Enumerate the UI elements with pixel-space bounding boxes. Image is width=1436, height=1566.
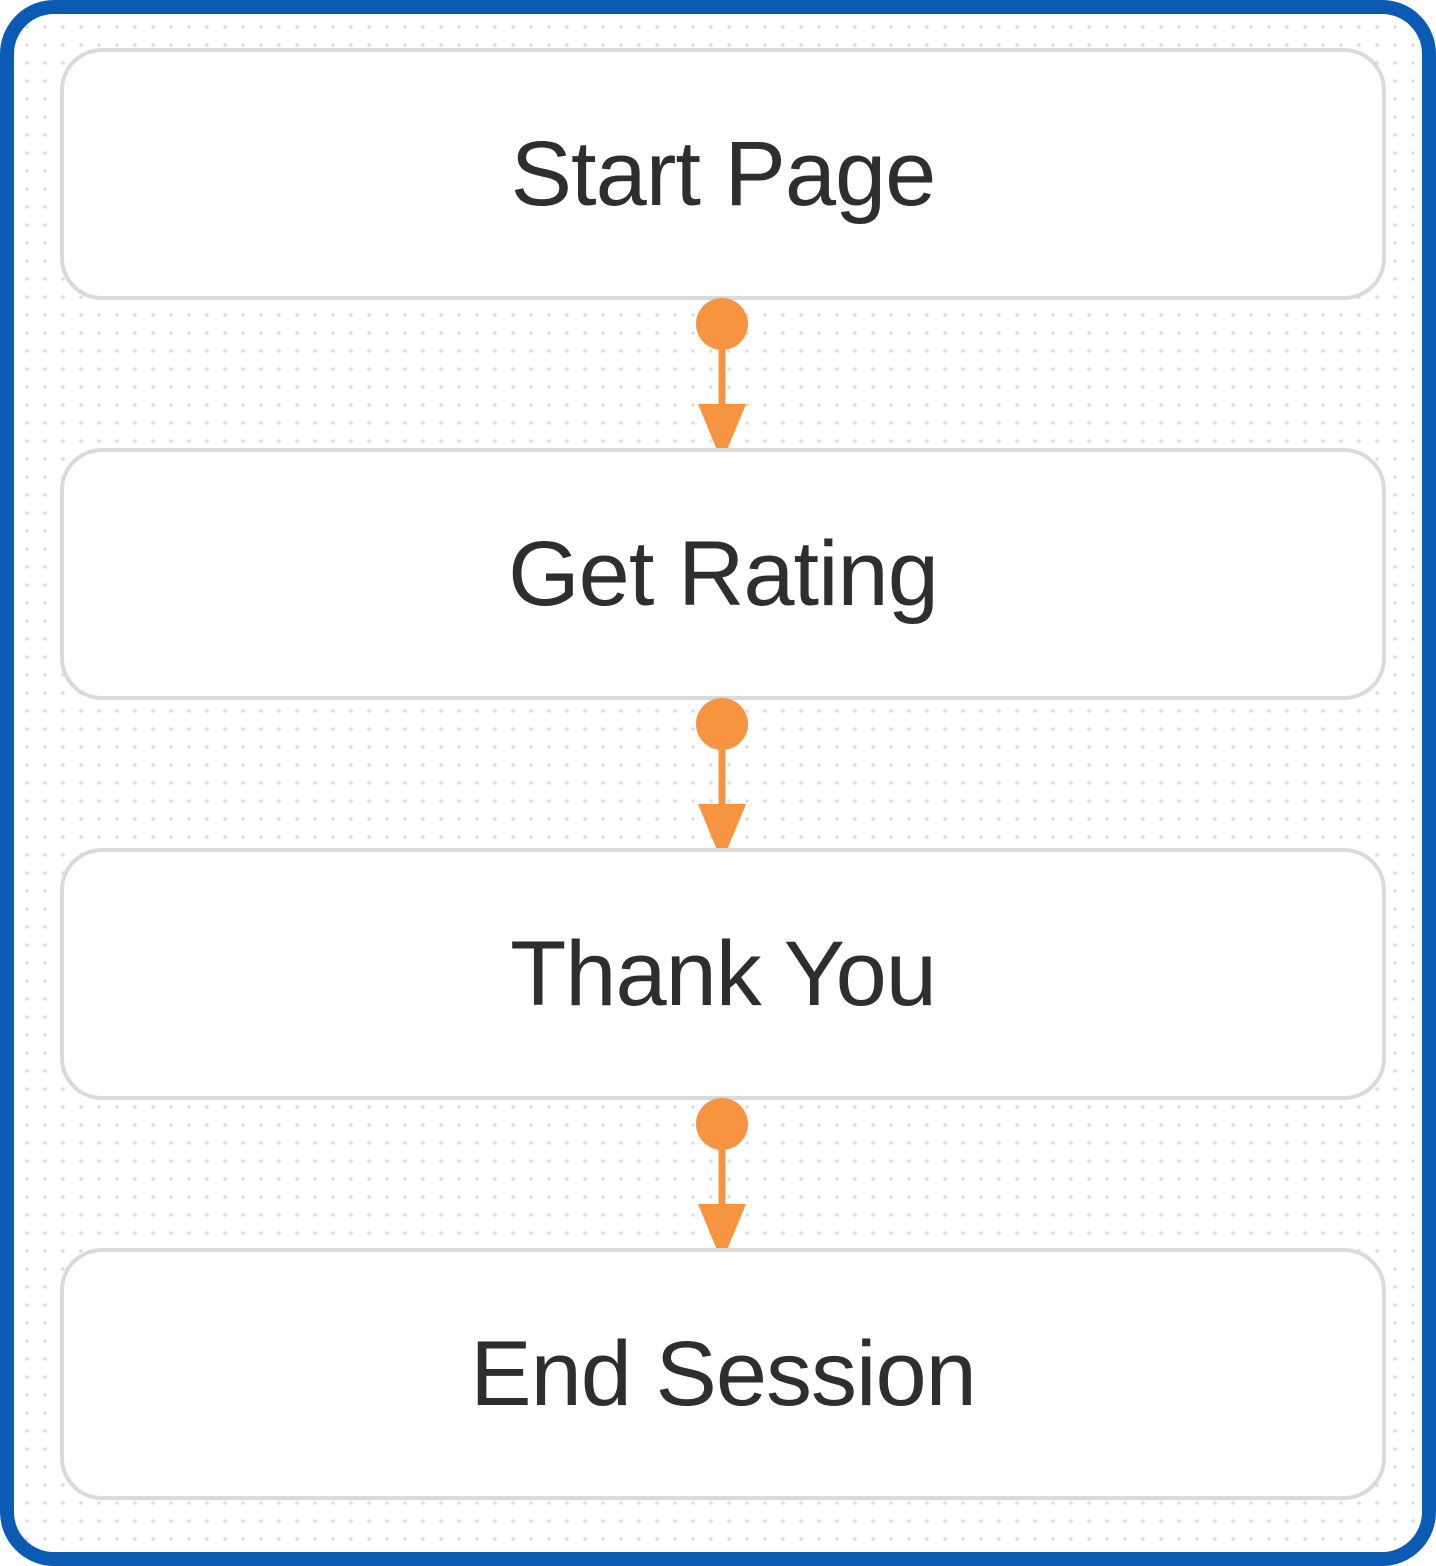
flow-node-label: Start Page — [510, 122, 937, 225]
flow-connector-thanks-to-end — [696, 1098, 748, 1262]
flow-connector-rating-to-thanks — [696, 698, 748, 862]
flow-node-start-page[interactable]: Start Page — [60, 48, 1386, 300]
flow-node-end-session[interactable]: End Session — [60, 1248, 1386, 1500]
flow-canvas: Start Page Get Rating Thank You End Sess… — [0, 0, 1436, 1566]
flow-node-thank-you[interactable]: Thank You — [60, 848, 1386, 1100]
flow-connector-start-to-rating — [696, 298, 748, 462]
flow-node-label: Thank You — [510, 922, 937, 1025]
flow-node-label: Get Rating — [508, 522, 939, 625]
flow-node-get-rating[interactable]: Get Rating — [60, 448, 1386, 700]
flow-node-label: End Session — [470, 1322, 977, 1425]
